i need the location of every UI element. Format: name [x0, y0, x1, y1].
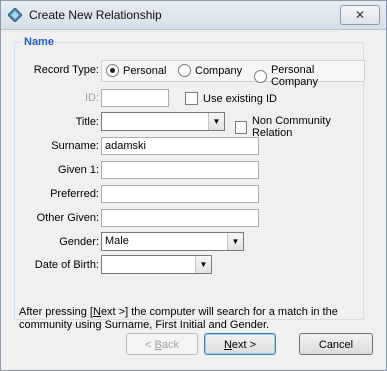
dob-dropdown[interactable]: ▼	[101, 255, 212, 274]
group-legend: Name	[24, 36, 54, 48]
given1-label: Given 1:	[58, 164, 99, 176]
surname-label: Surname:	[51, 140, 99, 152]
gender-dropdown[interactable]: Male ▼	[101, 232, 244, 251]
close-button[interactable]: ✕	[340, 5, 380, 25]
non-community-label: Non Community Relation	[251, 115, 331, 139]
dialog-content: Name Record Type: Personal Company Perso…	[6, 34, 381, 364]
checkbox-icon	[185, 92, 198, 105]
radio-selected-dot	[110, 68, 115, 73]
checkbox-icon	[235, 120, 247, 134]
given1-input[interactable]	[101, 161, 259, 179]
radio-personal-label: Personal	[123, 64, 167, 77]
next-hotkey: N	[223, 339, 232, 351]
cancel-button[interactable]: Cancel	[299, 333, 373, 355]
radio-icon	[254, 69, 267, 83]
non-community-checkbox[interactable]: Non Community Relation	[235, 115, 363, 139]
next-label: ext >	[231, 339, 257, 351]
other-given-input[interactable]	[101, 209, 259, 227]
next-button[interactable]: Next >	[204, 333, 276, 355]
use-existing-id-checkbox[interactable]: Use existing ID	[185, 92, 277, 105]
diamond-app-icon	[8, 8, 22, 22]
dialog-window: Create New Relationship ✕ Name Record Ty…	[0, 0, 387, 371]
use-existing-id-label: Use existing ID	[203, 92, 277, 105]
id-input[interactable]	[101, 89, 169, 107]
back-label: ack	[161, 339, 179, 351]
record-type-radio-group: Personal Company Personal Company	[101, 60, 365, 88]
instruction-part-1: After pressing [	[19, 306, 93, 318]
radio-personal-company[interactable]: Personal Company	[254, 64, 364, 88]
close-icon: ✕	[354, 8, 366, 22]
radio-company[interactable]: Company	[178, 64, 242, 77]
back-hotkey: B	[154, 339, 162, 351]
radio-icon	[178, 64, 191, 77]
window-title: Create New Relationship	[29, 8, 162, 22]
surname-input[interactable]: adamski	[101, 137, 259, 155]
id-label: ID:	[84, 92, 99, 104]
radio-icon	[106, 64, 119, 77]
title-label: Title:	[75, 116, 99, 128]
title-dropdown[interactable]: ▼	[101, 112, 225, 131]
radio-personal-company-label: Personal Company	[270, 64, 319, 88]
dob-label: Date of Birth:	[34, 259, 99, 271]
chevron-down-icon: ▼	[227, 233, 243, 250]
other-given-label: Other Given:	[36, 212, 99, 224]
radio-company-label: Company	[195, 64, 243, 77]
chevron-down-icon: ▼	[195, 256, 211, 273]
radio-personal[interactable]: Personal	[106, 64, 166, 77]
back-button[interactable]: < Back	[126, 333, 198, 355]
chevron-down-icon: ▼	[208, 113, 224, 130]
instruction-text: After pressing [Next >] the computer wil…	[19, 306, 367, 332]
record-type-label: Record Type:	[33, 64, 99, 76]
title-bar: Create New Relationship ✕	[1, 1, 386, 30]
preferred-label: Preferred:	[50, 188, 99, 200]
back-prefix: <	[145, 339, 155, 351]
name-group: Name Record Type: Personal Company Perso…	[14, 36, 365, 331]
gender-value: Male	[105, 235, 129, 247]
instruction-hotkey: N	[92, 306, 101, 318]
gender-label: Gender:	[59, 236, 99, 248]
preferred-input[interactable]	[101, 185, 259, 203]
